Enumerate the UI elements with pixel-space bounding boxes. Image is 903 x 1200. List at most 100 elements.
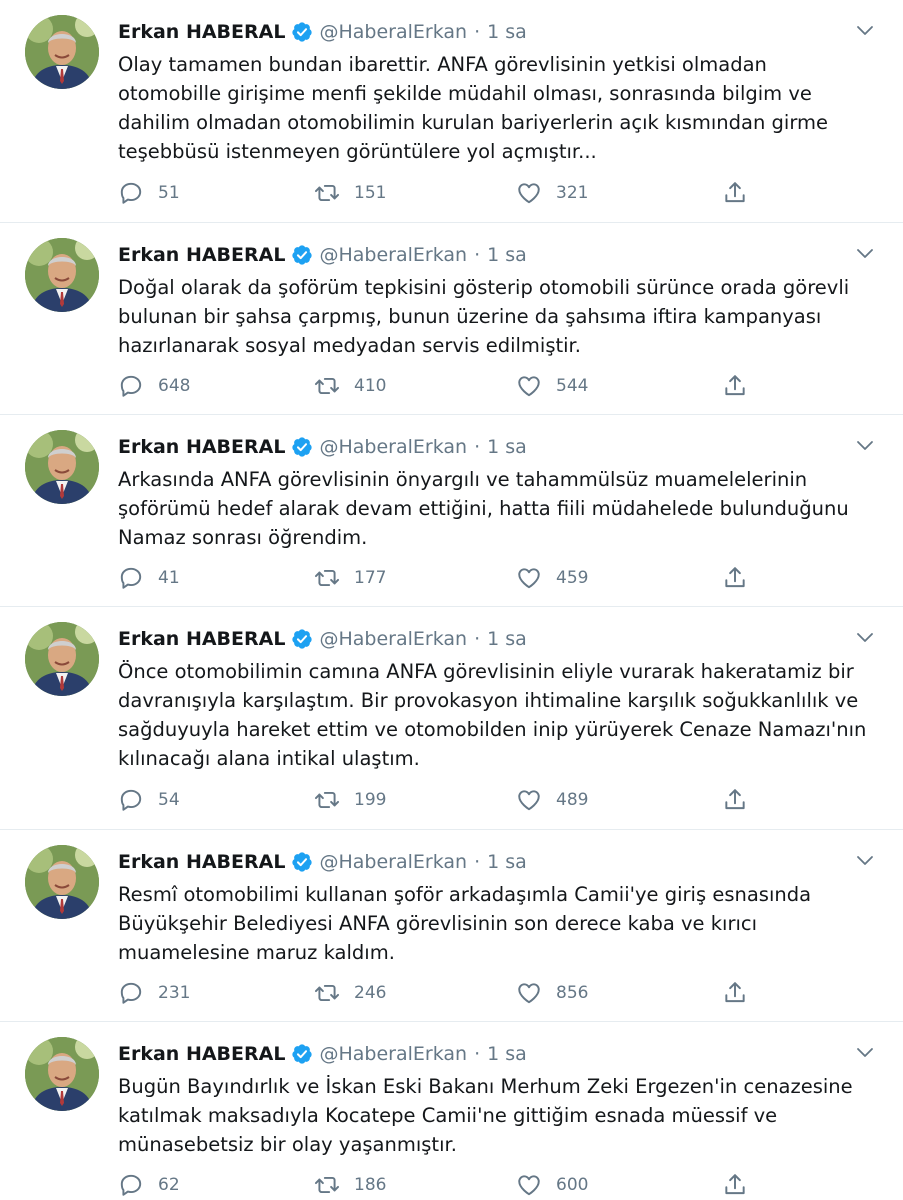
like-button[interactable]: 321 — [516, 178, 588, 208]
chevron-down-icon[interactable] — [853, 241, 877, 265]
timestamp[interactable]: 1 sa — [487, 851, 527, 873]
retweet-button[interactable]: 199 — [314, 785, 386, 815]
timestamp[interactable]: 1 sa — [487, 244, 527, 266]
share-button[interactable] — [722, 1170, 748, 1200]
tweet[interactable]: Erkan HABERAL @HaberalErkan · 1 sa Arkas… — [0, 415, 903, 607]
author-name[interactable]: Erkan HABERAL — [118, 1043, 285, 1065]
retweet-count: 199 — [354, 790, 387, 810]
tweet-text-line: Arkasında ANFA görevlisinin önyargılı ve… — [118, 468, 808, 491]
author-handle[interactable]: @HaberalErkan — [319, 21, 467, 43]
tweet[interactable]: Erkan HABERAL @HaberalErkan · 1 sa Resmî… — [0, 830, 903, 1022]
verified-badge-icon — [292, 22, 313, 42]
retweet-button[interactable]: 410 — [314, 371, 386, 401]
retweet-count: 246 — [354, 983, 387, 1003]
tweet-text: Resmî otomobilimi kullanan şoför arkadaş… — [118, 880, 878, 967]
author-name[interactable]: Erkan HABERAL — [118, 628, 285, 650]
heart-icon — [518, 183, 540, 204]
timestamp[interactable]: 1 sa — [487, 628, 527, 650]
author-handle[interactable]: @HaberalErkan — [319, 244, 467, 266]
tweet-text-line: sağduyuyla hareket ettim ve otomobilden … — [118, 718, 867, 741]
reply-icon — [120, 789, 142, 811]
author-name[interactable]: Erkan HABERAL — [118, 21, 285, 43]
tweet-text-line: katılmak maksadıyla Kocatepe Camii'ne gi… — [118, 1104, 778, 1127]
tweet[interactable]: Erkan HABERAL @HaberalErkan · 1 sa Önce … — [0, 607, 903, 830]
reply-count: 648 — [158, 376, 191, 396]
author-handle[interactable]: @HaberalErkan — [319, 436, 467, 458]
share-button[interactable] — [722, 178, 748, 208]
tweet-actions: 231 246 856 — [118, 978, 758, 1008]
like-button[interactable]: 600 — [516, 1170, 588, 1200]
avatar[interactable] — [25, 845, 99, 919]
tweet-text-line: dahilim olmadan otomobilimin kurulan bar… — [118, 111, 828, 134]
retweet-button[interactable]: 186 — [314, 1170, 386, 1200]
verified-badge-icon — [292, 1044, 313, 1064]
separator-dot: · — [474, 851, 481, 873]
tweet-text-line: Olay tamamen bundan ibarettir. ANFA göre… — [118, 53, 767, 76]
avatar[interactable] — [25, 238, 99, 312]
like-count: 600 — [556, 1175, 589, 1195]
tweet-text: Bugün Bayındırlık ve İskan Eski Bakanı M… — [118, 1072, 878, 1159]
heart-icon — [518, 790, 540, 811]
author-handle[interactable]: @HaberalErkan — [319, 851, 467, 873]
author-name[interactable]: Erkan HABERAL — [118, 851, 285, 873]
tweet-text-line: hazırlanarak sosyal medyadan servis edil… — [118, 334, 581, 357]
tweet-text-line: otomobille girişime menfi şekilde müdahi… — [118, 82, 812, 105]
reply-button[interactable]: 62 — [118, 1170, 180, 1200]
reply-count: 62 — [158, 1175, 180, 1195]
tweet-text-line: Resmî otomobilimi kullanan şoför arkadaş… — [118, 883, 812, 906]
tweet-text-line: şoförümü hedef alarak devam ettiğini, ha… — [118, 497, 849, 520]
reply-button[interactable]: 51 — [118, 178, 180, 208]
reply-button[interactable]: 41 — [118, 563, 180, 593]
tweet[interactable]: Erkan HABERAL @HaberalErkan · 1 sa Olay … — [0, 0, 903, 223]
reply-count: 54 — [158, 790, 180, 810]
retweet-button[interactable]: 246 — [314, 978, 386, 1008]
heart-icon — [518, 983, 540, 1004]
reply-icon — [120, 982, 142, 1004]
chevron-down-icon[interactable] — [853, 18, 877, 42]
retweet-count: 410 — [354, 376, 387, 396]
like-button[interactable]: 856 — [516, 978, 588, 1008]
share-button[interactable] — [722, 978, 748, 1008]
tweet[interactable]: Erkan HABERAL @HaberalErkan · 1 sa Bugün… — [0, 1022, 903, 1200]
chevron-down-icon[interactable] — [853, 625, 877, 649]
like-count: 489 — [556, 790, 589, 810]
reply-button[interactable]: 54 — [118, 785, 180, 815]
author-name[interactable]: Erkan HABERAL — [118, 436, 285, 458]
retweet-button[interactable]: 151 — [314, 178, 386, 208]
tweet-actions: 54 199 489 — [118, 785, 758, 815]
tweet-text-line: bulunan bir şahsa çarpmış, bunun üzerine… — [118, 305, 822, 328]
retweet-button[interactable]: 177 — [314, 563, 386, 593]
timestamp[interactable]: 1 sa — [487, 436, 527, 458]
chevron-down-icon[interactable] — [853, 848, 877, 872]
reply-button[interactable]: 648 — [118, 371, 190, 401]
chevron-down-icon[interactable] — [853, 433, 877, 457]
tweet-actions: 648 410 544 — [118, 371, 758, 401]
share-button[interactable] — [722, 785, 748, 815]
timestamp[interactable]: 1 sa — [487, 21, 527, 43]
like-button[interactable]: 544 — [516, 371, 588, 401]
tweet[interactable]: Erkan HABERAL @HaberalErkan · 1 sa Doğal… — [0, 223, 903, 415]
avatar[interactable] — [25, 430, 99, 504]
share-button[interactable] — [722, 371, 748, 401]
chevron-down-icon[interactable] — [853, 1040, 877, 1064]
avatar[interactable] — [25, 15, 99, 89]
avatar[interactable] — [25, 622, 99, 696]
author-handle[interactable]: @HaberalErkan — [319, 1043, 467, 1065]
author-name[interactable]: Erkan HABERAL — [118, 244, 285, 266]
share-button[interactable] — [722, 563, 748, 593]
avatar[interactable] — [25, 1037, 99, 1111]
tweet-text-line: muamelesine maruz kaldım. — [118, 941, 395, 964]
tweet-text-line: kılınacağı alana intikal ulaştım. — [118, 747, 420, 770]
tweet-text: Önce otomobilimin camına ANFA görevlisin… — [118, 657, 878, 773]
tweet-feed: Erkan HABERAL @HaberalErkan · 1 sa Olay … — [0, 0, 903, 1200]
reply-button[interactable]: 231 — [118, 978, 190, 1008]
tweet-text: Arkasında ANFA görevlisinin önyargılı ve… — [118, 465, 878, 552]
author-handle[interactable]: @HaberalErkan — [319, 628, 467, 650]
tweet-actions: 41 177 459 — [118, 563, 758, 593]
timestamp[interactable]: 1 sa — [487, 1043, 527, 1065]
retweet-count: 186 — [354, 1175, 387, 1195]
like-button[interactable]: 459 — [516, 563, 588, 593]
share-icon — [725, 567, 745, 588]
tweet-text: Olay tamamen bundan ibarettir. ANFA göre… — [118, 50, 878, 166]
like-button[interactable]: 489 — [516, 785, 588, 815]
